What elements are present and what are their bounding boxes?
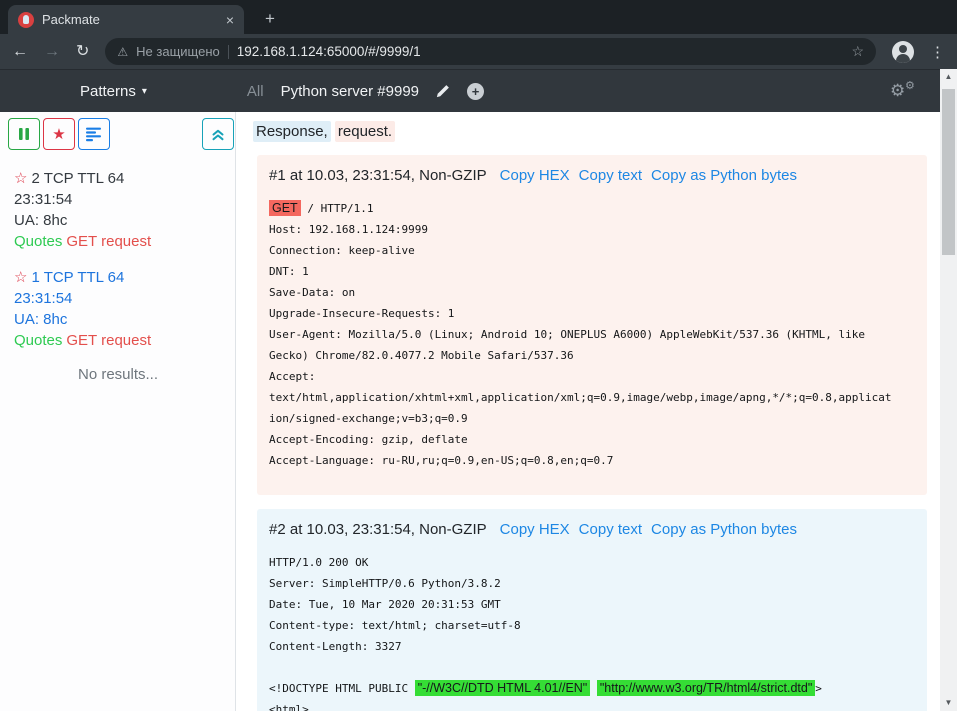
browser-toolbar: ← → ↻ ⚠ Не защищено 192.168.1.124:65000/… (0, 34, 957, 69)
copy-action-link[interactable]: Copy HEX (500, 521, 570, 538)
tag-get-request: GET request (66, 332, 151, 349)
packmate-favicon-icon (18, 12, 34, 28)
patterns-dropdown[interactable]: Patterns ▾ (80, 83, 147, 100)
forward-icon[interactable]: → (44, 44, 60, 60)
stream-tags: QuotesGET request (14, 231, 227, 252)
stream-list-item[interactable]: ☆2 TCP TTL 64 23:31:54 UA: 8hc QuotesGET… (14, 168, 227, 252)
stream-ua: UA: 8hc (14, 309, 227, 330)
tab-title: Packmate (42, 12, 218, 27)
stream-time: 23:31:54 (14, 288, 227, 309)
stream-list-item[interactable]: ☆1 TCP TTL 64 23:31:54 UA: 8hc QuotesGET… (14, 267, 227, 351)
browser-tabstrip: Packmate × + (0, 0, 957, 34)
stream-list: ☆2 TCP TTL 64 23:31:54 UA: 8hc QuotesGET… (14, 168, 227, 366)
copy-action-link[interactable]: Copy text (579, 521, 642, 538)
favorites-filter-button[interactable]: ★ (43, 118, 75, 150)
packet-body: HTTP/1.0 200 OK Server: SimpleHTTP/0.6 P… (269, 552, 915, 711)
app-header: Patterns ▾ All Python server #9999 + ⚙ ⚙ (0, 69, 940, 112)
pattern-match-highlight: "http://www.w3.org/TR/html4/strict.dtd" (597, 680, 815, 696)
no-results-label: No results... (0, 366, 236, 383)
browser-tab[interactable]: Packmate × (8, 5, 244, 34)
scroll-up-icon[interactable]: ▲ (940, 69, 957, 85)
add-service-button[interactable]: + (467, 83, 484, 100)
security-warning-icon: ⚠ (117, 45, 128, 59)
settings-gears-icon[interactable]: ⚙ ⚙ (890, 79, 916, 103)
packet-header: #1 at 10.03, 23:31:54, Non-GZIP (269, 167, 487, 184)
packet-body: GET / HTTP/1.1 Host: 192.168.1.124:9999 … (269, 198, 915, 471)
packet-actions: Copy HEX Copy text Copy as Python bytes (500, 167, 797, 184)
patterns-label: Patterns (80, 83, 136, 100)
stream-detail: Response, request. #1 at 10.03, 23:31:54… (237, 112, 940, 711)
stream-title: 2 TCP TTL 64 (31, 170, 124, 187)
pattern-chip-response: Response, (253, 121, 331, 142)
bookmark-star-icon[interactable]: ☆ (851, 43, 864, 60)
scroll-down-icon[interactable]: ▼ (940, 695, 957, 711)
favorite-star-icon[interactable]: ☆ (14, 170, 27, 187)
packet-card-response: #2 at 10.03, 23:31:54, Non-GZIP Copy HEX… (257, 509, 927, 711)
copy-action-link[interactable]: Copy as Python bytes (651, 167, 797, 184)
address-bar[interactable]: ⚠ Не защищено 192.168.1.124:65000/#/9999… (105, 38, 876, 65)
stream-ua: UA: 8hc (14, 210, 227, 231)
url-text[interactable]: 192.168.1.124:65000/#/9999/1 (237, 44, 844, 59)
omnibox-separator (228, 45, 229, 59)
favorite-star-icon[interactable]: ☆ (14, 269, 27, 286)
edit-pencil-icon[interactable] (435, 84, 450, 99)
pattern-chip-request: request. (335, 121, 395, 142)
packet-actions: Copy HEX Copy text Copy as Python bytes (500, 521, 797, 538)
stream-title: 1 TCP TTL 64 (31, 269, 124, 286)
reload-icon[interactable]: ↻ (76, 44, 89, 60)
content-area: ★ ☆2 TCP TTL 64 23:31:54 UA: 8hc QuotesG… (0, 112, 940, 711)
pause-button[interactable] (8, 118, 40, 150)
streams-sidebar: ★ ☆2 TCP TTL 64 23:31:54 UA: 8hc QuotesG… (0, 112, 236, 711)
profile-avatar[interactable] (892, 41, 914, 63)
tag-quotes: Quotes (14, 332, 62, 349)
page-scrollbar[interactable]: ▲ ▼ (940, 69, 957, 711)
back-icon[interactable]: ← (12, 44, 28, 60)
sidebar-controls: ★ (8, 118, 110, 150)
tab-all-streams[interactable]: All (247, 83, 264, 100)
collapse-panel-button[interactable] (202, 118, 234, 150)
matched-patterns: Response, request. (253, 123, 395, 140)
stream-time: 23:31:54 (14, 189, 227, 210)
scrollbar-thumb[interactable] (942, 89, 955, 255)
pattern-match-highlight: "-//W3C//DTD HTML 4.01//EN" (415, 680, 591, 696)
stream-tags: QuotesGET request (14, 330, 227, 351)
close-tab-icon[interactable]: × (226, 12, 234, 28)
copy-action-link[interactable]: Copy as Python bytes (651, 521, 797, 538)
new-tab-button[interactable]: + (258, 7, 282, 31)
security-warning-label[interactable]: Не защищено (136, 44, 220, 59)
tab-current-stream[interactable]: Python server #9999 (281, 83, 419, 100)
copy-action-link[interactable]: Copy HEX (500, 167, 570, 184)
copy-action-link[interactable]: Copy text (579, 167, 642, 184)
pattern-list-button[interactable] (78, 118, 110, 150)
chevron-down-icon: ▾ (142, 86, 147, 97)
browser-menu-icon[interactable]: ⋮ (930, 43, 945, 61)
pattern-match-highlight: GET (269, 200, 301, 216)
packet-header: #2 at 10.03, 23:31:54, Non-GZIP (269, 521, 487, 538)
packet-card-request: #1 at 10.03, 23:31:54, Non-GZIP Copy HEX… (257, 155, 927, 495)
tag-quotes: Quotes (14, 233, 62, 250)
tag-get-request: GET request (66, 233, 151, 250)
star-icon: ★ (52, 125, 65, 143)
